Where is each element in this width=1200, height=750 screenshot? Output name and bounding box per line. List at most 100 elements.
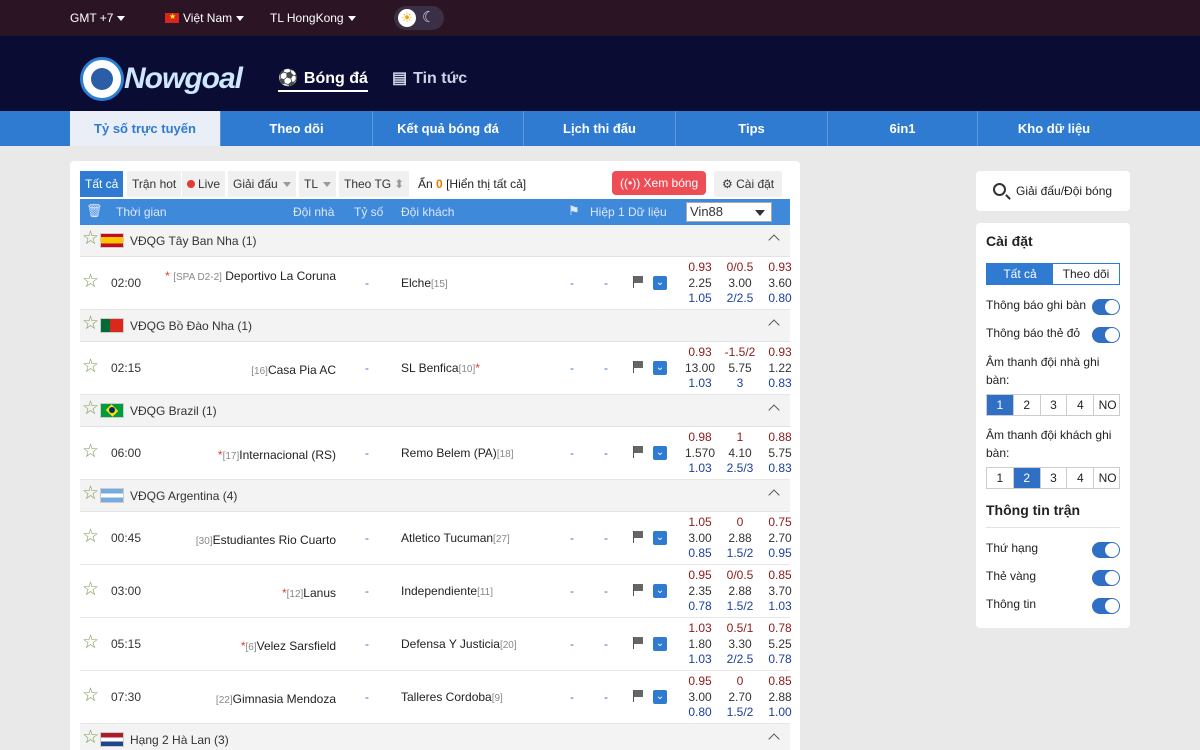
home-sound-4[interactable]: 4	[1067, 395, 1095, 415]
odds-line[interactable]: 0/0.5 2.88 1.5/2	[722, 568, 758, 615]
odds-line[interactable]: 0 2.88 1.5/2	[722, 515, 758, 562]
home-team[interactable]: *[12]Lanus	[186, 584, 336, 604]
star-icon[interactable]: ☆	[82, 686, 99, 706]
away-team[interactable]: Elche[15]	[401, 276, 448, 290]
away-sound-3[interactable]: 3	[1041, 468, 1068, 488]
away-team[interactable]: SL Benfica[10]*	[401, 361, 480, 375]
theme-toggle[interactable]: ☀ ☾	[394, 6, 444, 30]
odds-handicap[interactable]: 0.95 3.00 0.80	[682, 674, 718, 721]
watch-live-button[interactable]: ((•)) Xem bóng	[612, 171, 707, 195]
away-sound-1[interactable]: 1	[987, 468, 1014, 488]
filter-tl[interactable]: TL	[299, 171, 337, 197]
league-header[interactable]: ☆ VĐQG Brazil (1)	[80, 395, 790, 427]
yellow-card-toggle[interactable]	[1092, 570, 1120, 586]
data-link[interactable]: -	[604, 276, 608, 290]
dropdown-toggle-icon[interactable]: ⌄	[653, 531, 667, 545]
data-link[interactable]: -	[604, 531, 608, 545]
odds-handicap[interactable]: 0.93 2.25 1.05	[682, 260, 718, 307]
star-icon[interactable]: ☆	[82, 580, 99, 600]
search-box[interactable]: Giải đấu/Đội bóng	[976, 171, 1130, 211]
trash-icon[interactable]: 🗑	[86, 203, 103, 219]
info-toggle[interactable]	[1092, 598, 1120, 614]
nav-football[interactable]: ⚽ Bóng đá	[278, 68, 368, 92]
odds-total[interactable]: 0.93 1.22 0.83	[762, 345, 798, 392]
home-team[interactable]: [22]Gimnasia Mendoza	[186, 690, 336, 710]
match-row[interactable]: ☆ 00:45 [30]Estudiantes Rio Cuarto - Atl…	[80, 512, 792, 565]
odds-total[interactable]: 0.78 5.25 0.78	[762, 621, 798, 668]
odds-total[interactable]: 0.75 2.70 0.95	[762, 515, 798, 562]
home-sound-3[interactable]: 3	[1041, 395, 1068, 415]
data-link[interactable]: -	[604, 584, 608, 598]
star-icon[interactable]: ☆	[82, 728, 99, 748]
away-sound-4[interactable]: 4	[1067, 468, 1095, 488]
match-score[interactable]: -	[365, 637, 369, 651]
chevron-up-icon[interactable]	[768, 404, 780, 416]
chevron-up-icon[interactable]	[768, 489, 780, 501]
flag-icon[interactable]	[633, 637, 644, 649]
filter-all[interactable]: Tất cả	[80, 171, 124, 197]
tab-live-score[interactable]: Tỷ số trực tuyến	[70, 111, 221, 146]
data-link[interactable]: -	[604, 446, 608, 460]
odds-handicap[interactable]: 1.03 1.80 1.03	[682, 621, 718, 668]
filter-hot[interactable]: Trận hot	[127, 171, 182, 197]
settings-button[interactable]: ⚙ Cài đặt	[714, 171, 783, 197]
dropdown-toggle-icon[interactable]: ⌄	[653, 361, 667, 375]
flag-icon[interactable]	[633, 276, 644, 288]
match-score[interactable]: -	[365, 584, 369, 598]
league-header[interactable]: ☆ VĐQG Tây Ban Nha (1)	[80, 225, 790, 257]
odds-handicap[interactable]: 0.93 13.00 1.03	[682, 345, 718, 392]
match-row[interactable]: ☆ 02:15 [16]Casa Pia AC - SL Benfica[10]…	[80, 342, 792, 395]
odds-total[interactable]: 0.93 3.60 0.80	[762, 260, 798, 307]
bookmaker-select[interactable]: Vin88	[686, 202, 772, 222]
tab-results[interactable]: Kết quả bóng đá	[373, 111, 524, 146]
league-header[interactable]: ☆ Hạng 2 Hà Lan (3)	[80, 724, 790, 750]
filter-live[interactable]: Live	[182, 171, 226, 197]
dropdown-toggle-icon[interactable]: ⌄	[653, 446, 667, 460]
odds-handicap[interactable]: 0.98 1.570 1.03	[682, 430, 718, 477]
star-icon[interactable]: ☆	[82, 633, 99, 653]
home-team[interactable]: * [SPA D2-2] Deportivo La Coruna	[136, 267, 336, 287]
star-icon[interactable]: ☆	[82, 272, 99, 292]
data-link[interactable]: -	[604, 690, 608, 704]
chevron-up-icon[interactable]	[768, 319, 780, 331]
away-team[interactable]: Independiente[11]	[401, 584, 493, 598]
match-row[interactable]: ☆ 03:00 *[12]Lanus - Independiente[11] -…	[80, 565, 792, 618]
away-team[interactable]: Atletico Tucuman[27]	[401, 531, 510, 545]
home-sound-2[interactable]: 2	[1014, 395, 1041, 415]
chevron-up-icon[interactable]	[768, 733, 780, 745]
star-icon[interactable]: ☆	[82, 484, 99, 504]
match-row[interactable]: ☆ 06:00 *[17]Internacional (RS) - Remo B…	[80, 427, 792, 480]
star-icon[interactable]: ☆	[82, 357, 99, 377]
match-score[interactable]: -	[365, 690, 369, 704]
country-select[interactable]: Việt Nam	[165, 11, 245, 25]
odds-line[interactable]: -1.5/2 5.75 3	[722, 345, 758, 392]
odds-line[interactable]: 0.5/1 3.30 2/2.5	[722, 621, 758, 668]
star-icon[interactable]: ☆	[82, 527, 99, 547]
flag-icon[interactable]	[633, 531, 644, 543]
away-sound-2[interactable]: 2	[1013, 468, 1041, 488]
match-row[interactable]: ☆ 07:30 [22]Gimnasia Mendoza - Talleres …	[80, 671, 792, 724]
odds-line[interactable]: 0/0.5 3.00 2/2.5	[722, 260, 758, 307]
goal-notify-toggle[interactable]	[1092, 299, 1120, 315]
match-row[interactable]: ☆ 02:00 * [SPA D2-2] Deportivo La Coruna…	[80, 257, 792, 310]
data-link[interactable]: -	[604, 637, 608, 651]
star-icon[interactable]: ☆	[82, 442, 99, 462]
odds-format-select[interactable]: TL HongKong	[270, 11, 356, 25]
away-team[interactable]: Remo Belem (PA)[18]	[401, 446, 514, 460]
home-team[interactable]: *[17]Internacional (RS)	[186, 446, 336, 466]
filter-league[interactable]: Giải đấu	[228, 171, 296, 197]
home-sound-no[interactable]: NO	[1094, 395, 1121, 415]
tab-follow[interactable]: Theo dõi	[221, 111, 373, 146]
filter-by-time[interactable]: Theo TG ⬍	[339, 171, 410, 197]
flag-icon[interactable]	[633, 584, 644, 596]
red-card-notify-toggle[interactable]	[1092, 327, 1120, 343]
odds-line[interactable]: 0 2.70 1.5/2	[722, 674, 758, 721]
home-team[interactable]: [30]Estudiantes Rio Cuarto	[186, 531, 336, 551]
odds-handicap[interactable]: 1.05 3.00 0.85	[682, 515, 718, 562]
segment-follow[interactable]: Theo dõi	[1053, 264, 1119, 284]
dropdown-toggle-icon[interactable]: ⌄	[653, 584, 667, 598]
away-team[interactable]: Talleres Cordoba[9]	[401, 690, 503, 704]
home-team[interactable]: [16]Casa Pia AC	[186, 361, 336, 381]
match-row[interactable]: ☆ 05:15 *[6]Velez Sarsfield - Defensa Y …	[80, 618, 792, 671]
show-all-link[interactable]: [Hiển thị tất cả]	[446, 177, 526, 191]
